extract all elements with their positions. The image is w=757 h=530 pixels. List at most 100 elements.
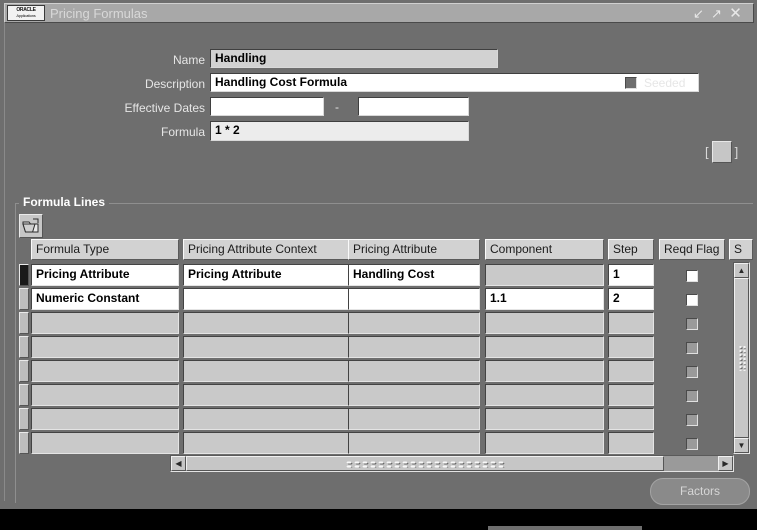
logo-line-2: Applications (16, 13, 36, 18)
row-selector[interactable] (19, 264, 29, 286)
cell-pricing-attribute (348, 384, 480, 406)
cell-component[interactable]: 1.1 (485, 288, 604, 310)
cell-reqd-flag[interactable] (659, 432, 725, 454)
cell-formula-type[interactable]: Numeric Constant (31, 288, 179, 310)
column-header-formula-type[interactable]: Formula Type (31, 239, 179, 260)
effective-date-from-field[interactable] (210, 97, 324, 116)
row-selector[interactable] (19, 432, 29, 454)
cell-reqd-flag[interactable] (659, 288, 725, 310)
cell-component (485, 360, 604, 382)
close-icon[interactable]: ✕ (728, 6, 743, 21)
factors-button[interactable]: Factors (650, 478, 750, 505)
formula-lov-button[interactable] (711, 141, 732, 163)
scroll-up-icon[interactable]: ▲ (734, 263, 749, 278)
cell-component (485, 336, 604, 358)
cell-formula-type (31, 408, 179, 430)
pricing-formulas-window: ORACLE Applications Pricing Formulas ↙ ↗… (0, 0, 757, 530)
formula-label: Formula (160, 125, 205, 139)
cell-reqd-flag[interactable] (659, 336, 725, 358)
cell-formula-type[interactable]: Pricing Attribute (31, 264, 179, 286)
cell-reqd-flag[interactable] (659, 312, 725, 334)
column-header-component[interactable]: Component (485, 239, 604, 260)
cell-pricing-attribute (348, 408, 480, 430)
window-titlebar[interactable]: ORACLE Applications Pricing Formulas ↙ ↗… (4, 3, 754, 23)
cell-pricing-attribute-context (183, 384, 358, 406)
name-field[interactable]: Handling (210, 49, 498, 68)
cell-pricing-attribute (348, 360, 480, 382)
cell-reqd-flag[interactable] (659, 264, 725, 286)
formula-lov-group: [] (705, 141, 738, 163)
cell-step (608, 360, 654, 382)
effective-dates-label: Effective Dates (124, 101, 205, 115)
cell-pricing-attribute-context (183, 336, 358, 358)
column-header-pricing-attribute-context[interactable]: Pricing Attribute Context (183, 239, 358, 260)
cell-step (608, 336, 654, 358)
cell-formula-type (31, 336, 179, 358)
name-label: Name (172, 53, 205, 67)
oracle-applications-logo-icon: ORACLE Applications (7, 5, 45, 21)
cell-component (485, 408, 604, 430)
folder-open-icon[interactable] (19, 214, 43, 238)
cell-step (608, 408, 654, 430)
cell-pricing-attribute (348, 336, 480, 358)
grid-horizontal-scrollbar[interactable]: ◀ ▶ (170, 455, 734, 472)
cell-step[interactable]: 1 (608, 264, 654, 286)
grid-vertical-scrollbar[interactable]: ▲ ▼ (733, 262, 750, 454)
cell-component (485, 432, 604, 454)
reqd-flag-checkbox (686, 389, 698, 402)
cell-step (608, 384, 654, 406)
cell-reqd-flag[interactable] (659, 384, 725, 406)
cell-component (485, 384, 604, 406)
reqd-flag-checkbox[interactable] (686, 269, 698, 282)
date-range-separator: - (335, 100, 339, 114)
scroll-down-icon[interactable]: ▼ (734, 438, 749, 453)
window-title: Pricing Formulas (50, 6, 148, 21)
restore-down-icon[interactable]: ↙ (691, 6, 706, 21)
row-selector[interactable] (19, 408, 29, 430)
row-selector[interactable] (19, 288, 29, 310)
scroll-right-icon[interactable]: ▶ (718, 456, 733, 471)
cell-pricing-attribute-context[interactable]: Pricing Attribute (183, 264, 358, 286)
seeded-checkbox-group[interactable]: Seeded (625, 74, 685, 90)
cell-pricing-attribute-context[interactable] (183, 288, 358, 310)
cell-pricing-attribute[interactable]: Handling Cost (348, 264, 480, 286)
cell-pricing-attribute (348, 432, 480, 454)
cell-formula-type (31, 384, 179, 406)
cell-step[interactable]: 2 (608, 288, 654, 310)
scroll-left-icon[interactable]: ◀ (171, 456, 186, 471)
reqd-flag-checkbox (686, 413, 698, 426)
cell-step (608, 432, 654, 454)
row-selector[interactable] (19, 336, 29, 358)
reqd-flag-checkbox[interactable] (686, 293, 698, 306)
reqd-flag-checkbox (686, 317, 698, 330)
effective-date-to-field[interactable] (358, 97, 469, 116)
seeded-checkbox[interactable] (625, 76, 637, 89)
row-selector[interactable] (19, 360, 29, 382)
cell-pricing-attribute[interactable] (348, 288, 480, 310)
window-bottom-stub (488, 526, 642, 530)
column-header-reqd-flag[interactable]: Reqd Flag (659, 239, 725, 260)
lov-open-bracket: [ (705, 144, 709, 160)
cell-reqd-flag[interactable] (659, 360, 725, 382)
column-header-step[interactable]: Step (608, 239, 654, 260)
row-selector[interactable] (19, 384, 29, 406)
vertical-scroll-thumb[interactable] (734, 278, 749, 438)
cell-reqd-flag[interactable] (659, 408, 725, 430)
lov-close-bracket: ] (734, 144, 739, 160)
cell-pricing-attribute-context (183, 312, 358, 334)
cell-step (608, 312, 654, 334)
reqd-flag-checkbox (686, 341, 698, 354)
row-selector[interactable] (19, 312, 29, 334)
maximize-icon[interactable]: ↗ (709, 6, 724, 21)
horizontal-scroll-thumb[interactable] (186, 456, 664, 471)
column-header-next-column[interactable]: S (729, 239, 753, 260)
formula-lines-title: Formula Lines (19, 195, 110, 209)
cell-pricing-attribute-context (183, 408, 358, 430)
formula-field[interactable]: 1 * 2 (210, 121, 469, 141)
cell-component (485, 264, 604, 286)
description-label: Description (144, 77, 205, 91)
column-header-pricing-attribute[interactable]: Pricing Attribute (348, 239, 480, 260)
scroll-grip-icon (738, 345, 745, 371)
cell-component (485, 312, 604, 334)
scroll-grip-icon (345, 460, 505, 467)
